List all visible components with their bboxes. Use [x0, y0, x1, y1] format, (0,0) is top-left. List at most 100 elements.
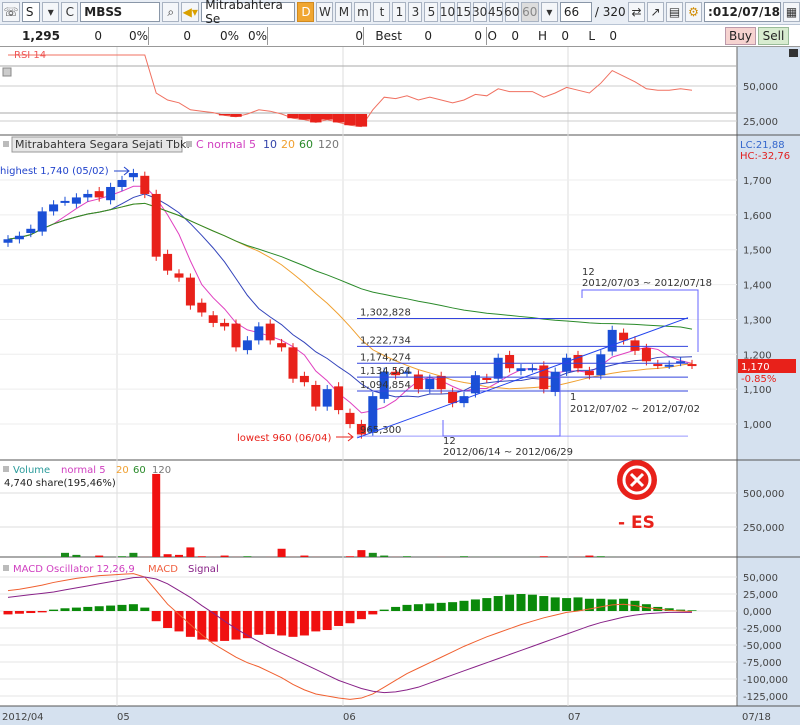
- candle-body: [14, 235, 24, 240]
- ma-toggle-icon[interactable]: [186, 141, 192, 147]
- candle-body: [220, 322, 230, 327]
- ma-10-line: [7, 193, 693, 398]
- price-toggle-icon[interactable]: [3, 141, 9, 147]
- candle-body: [49, 204, 59, 212]
- candle-body: [687, 364, 697, 367]
- rsi-oversold-fill: [298, 114, 311, 120]
- macd-line: [7, 573, 693, 700]
- candle-body: [619, 332, 629, 341]
- macd-histogram-bar: [311, 611, 321, 632]
- volume-bar: [403, 556, 411, 557]
- candle-body: [163, 253, 173, 271]
- candle-body: [550, 371, 560, 392]
- candle-body: [527, 368, 537, 371]
- macd-histogram-bar: [220, 611, 230, 641]
- macd-tick: -75,000: [743, 658, 782, 669]
- price-tick: 1,400: [743, 281, 772, 292]
- x-label-jun: 06: [343, 712, 356, 723]
- ma-10: 10: [263, 138, 277, 151]
- ma-5: 5: [249, 138, 256, 151]
- macd-histogram-bar: [436, 602, 446, 611]
- candle-body: [37, 211, 47, 232]
- range-count: 1: [570, 392, 576, 403]
- close-panel-icon[interactable]: [789, 49, 798, 57]
- macd-histogram-bar: [83, 606, 93, 611]
- volume-bar: [300, 555, 309, 557]
- level-label: 1,174,274: [360, 352, 411, 363]
- volume-ma-120: 120: [152, 465, 171, 476]
- macd-histogram-bar: [185, 611, 195, 637]
- candle-body: [128, 173, 138, 178]
- candle-body: [242, 340, 252, 351]
- rsi-oversold-fill: [344, 114, 356, 126]
- signal-label: Signal: [188, 564, 219, 575]
- price-tick: 1,000: [743, 420, 772, 431]
- candle-body: [653, 364, 663, 367]
- volume-bar: [175, 554, 183, 557]
- chart-canvas[interactable]: 1,7001,6001,5001,4001,3001,2001,1001,000…: [0, 0, 800, 725]
- level-label: 1,302,828: [360, 307, 411, 318]
- macd-histogram-bar: [379, 609, 389, 611]
- macd-title: MACD Oscillator 12,26,9: [13, 564, 135, 575]
- volume-bar: [380, 555, 389, 557]
- rsi-oversold-fill: [332, 114, 345, 123]
- x-label-may: 05: [117, 712, 130, 723]
- candle-body: [254, 326, 264, 341]
- candle-body: [334, 386, 344, 411]
- macd-histogram-bar: [151, 611, 161, 622]
- candle-body: [71, 197, 81, 204]
- candle-body: [345, 412, 355, 425]
- volume-bar: [129, 552, 138, 557]
- candle-body: [140, 175, 150, 194]
- macd-histogram-bar: [163, 611, 173, 628]
- level-label: 1,134,564: [360, 366, 411, 377]
- ma-60: 60: [299, 138, 313, 151]
- volume-bar: [197, 556, 206, 557]
- volume-toggle-icon[interactable]: [3, 466, 9, 472]
- rsi-oversold-fill: [218, 114, 231, 116]
- candle-body: [83, 193, 93, 198]
- volume-tick: 500,000: [743, 489, 784, 500]
- volume-title: Volume: [13, 465, 50, 476]
- macd-histogram-bar: [49, 609, 59, 611]
- volume-ma-60: 60: [133, 465, 146, 476]
- volume-ma-20: 20: [116, 465, 129, 476]
- macd-histogram-bar: [231, 611, 241, 640]
- stock-title: Mitrabahtera Segara Sejati Tbk.: [15, 138, 190, 151]
- volume-bar: [277, 548, 286, 557]
- volume-bar: [460, 556, 468, 557]
- macd-histogram-bar: [94, 606, 104, 611]
- volume-bar: [61, 552, 69, 557]
- last-price: 1,170: [741, 362, 770, 373]
- macd-toggle-icon[interactable]: [3, 565, 9, 571]
- rsi-toggle-icon[interactable]: [2, 67, 12, 77]
- candle-body: [482, 378, 492, 381]
- candle-body: [94, 191, 104, 198]
- macd-tick: 25,000: [743, 590, 778, 601]
- candle-body: [265, 323, 275, 341]
- candle-body: [311, 384, 321, 407]
- macd-histogram-bar: [288, 611, 298, 637]
- macd-histogram-bar: [334, 611, 344, 626]
- candle-body: [562, 357, 572, 372]
- range-dates: 2012/07/03 ~ 2012/07/18: [582, 278, 712, 289]
- candle-body: [185, 277, 195, 306]
- macd-histogram-bar: [596, 598, 606, 611]
- macd-tick: 0,000: [743, 607, 772, 618]
- macd-tick: -50,000: [743, 641, 782, 652]
- lowest-arrow-icon: [336, 432, 354, 442]
- level-label: 1,094,854: [360, 380, 411, 391]
- candle-body: [493, 357, 503, 379]
- macd-histogram-bar: [140, 607, 150, 611]
- macd-histogram-bar: [71, 607, 81, 611]
- volume-bar: [539, 556, 548, 557]
- price-tick: 1,500: [743, 246, 772, 257]
- candle-body: [26, 228, 36, 233]
- candle-body: [505, 354, 515, 369]
- macd-histogram-bar: [505, 594, 515, 611]
- rsi-oversold-fill: [355, 114, 368, 127]
- candle-body: [60, 200, 70, 203]
- macd-histogram-bar: [516, 594, 526, 611]
- candle-body: [596, 354, 606, 376]
- macd-histogram-bar: [493, 596, 503, 611]
